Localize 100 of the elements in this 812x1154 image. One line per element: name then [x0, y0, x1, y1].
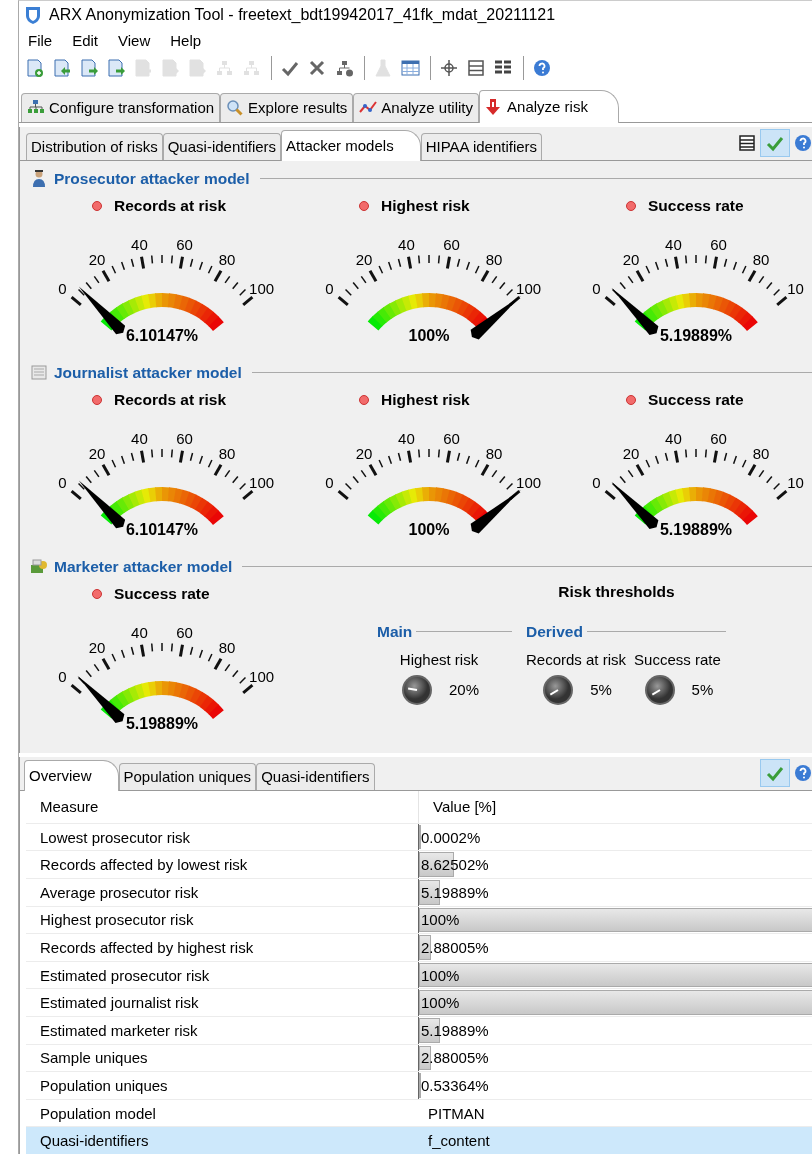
table-cell-text: Sample uniques — [39, 1048, 149, 1069]
document-icon[interactable] — [79, 57, 101, 78]
table-row[interactable]: Sample uniques 2.88005% — [26, 1044, 812, 1073]
person-icon — [30, 168, 48, 189]
tick-label: 0 — [325, 474, 334, 492]
table-row[interactable]: Records affected by lowest risk 8.62502% — [26, 851, 812, 880]
document-icon[interactable] — [106, 57, 128, 78]
section-title: Marketer attacker model — [54, 557, 233, 576]
table-cell-text: Records affected by highest risk — [39, 938, 255, 959]
check-button[interactable] — [760, 758, 790, 787]
tick-label: 40 — [665, 429, 682, 447]
gauge-value: 100% — [408, 326, 450, 344]
table-cell-text: Population uniques — [39, 1076, 169, 1096]
help-icon[interactable] — [793, 132, 812, 153]
gauge-needle — [611, 481, 659, 529]
newspaper-icon — [30, 362, 48, 383]
table-row[interactable]: Highest prosecutor risk 100% — [26, 906, 812, 935]
tab[interactable]: HIPAA identifiers — [420, 132, 543, 160]
tick-label: 80 — [218, 251, 236, 269]
gauge-value: 5.19889% — [125, 714, 199, 732]
table-row[interactable]: Quasi-identifiers f_content — [26, 1127, 812, 1154]
tick-label: 100 — [516, 474, 542, 492]
table-row[interactable]: Population uniques 0.53364% — [26, 1072, 812, 1100]
table-row[interactable]: Estimated marketer risk 5.19889% — [26, 1017, 812, 1045]
tick-label: 10 — [787, 280, 804, 298]
tick-label: 10 — [787, 474, 804, 492]
table-cell-text: Estimated journalist risk — [39, 993, 200, 1014]
gauge-value: 6.10147% — [125, 520, 199, 538]
gauge-needle — [611, 287, 659, 335]
column-header[interactable]: Measure — [26, 790, 418, 823]
thresholds-title: Risk thresholds — [558, 582, 675, 601]
tick-label: 0 — [58, 668, 67, 686]
table-cell-text: Estimated marketer risk — [39, 1020, 199, 1041]
table-icon[interactable] — [737, 132, 757, 153]
check-button[interactable] — [760, 128, 790, 157]
menu-item[interactable]: File — [28, 31, 53, 49]
table-cell-text: 8.62502% — [420, 856, 489, 874]
table-cell-text: f_content — [427, 1132, 490, 1150]
gauge-label: Highest risk — [381, 390, 470, 409]
indicator-icon — [359, 200, 369, 211]
tab[interactable]: Explore results — [220, 92, 354, 122]
tab[interactable]: Analyze risk — [479, 89, 619, 123]
table-row[interactable]: Average prosecutor risk 5.19889% — [26, 879, 812, 907]
tick-label: 60 — [176, 429, 193, 447]
tick-label: 20 — [88, 251, 106, 269]
gauge-label: Success rate — [648, 196, 744, 215]
tick-label: 100 — [249, 668, 275, 686]
tick-label: 20 — [88, 639, 106, 657]
app-icon — [23, 4, 43, 25]
gauge-value: 6.10147% — [125, 326, 199, 344]
tab[interactable]: Quasi-identifiers — [256, 762, 375, 790]
table-row[interactable]: Lowest prosecutor risk 0.0002% — [26, 823, 812, 852]
gauge-needle — [78, 286, 126, 335]
table-row[interactable]: Estimated prosecutor risk 100% — [26, 961, 812, 990]
tick-label: 80 — [752, 251, 770, 269]
section-title: Journalist attacker model — [54, 363, 242, 382]
indicator-icon — [359, 394, 369, 405]
tick-label: 0 — [58, 280, 67, 298]
tick-label: 40 — [665, 235, 682, 253]
tab[interactable]: Distribution of risks — [26, 132, 163, 160]
gauge-value: 5.19889% — [659, 326, 733, 344]
tick-label: 100 — [249, 280, 275, 298]
table-row[interactable]: Estimated journalist risk 100% — [26, 989, 812, 1018]
tab[interactable]: Attacker models — [281, 129, 421, 161]
tick-label: 60 — [176, 623, 193, 641]
indicator-icon — [626, 200, 636, 211]
table-cell-text: Records affected by lowest risk — [39, 855, 249, 876]
table-row[interactable]: Records affected by highest risk 2.88005% — [26, 934, 812, 962]
search-icon — [226, 98, 245, 117]
tick-label: 80 — [218, 639, 236, 657]
gauge-label: Records at risk — [114, 390, 226, 409]
knob-label: Records at risk — [526, 650, 627, 668]
tick-label: 60 — [710, 235, 727, 253]
menu-item[interactable]: View — [118, 31, 151, 49]
gauge-value: 100% — [408, 520, 450, 538]
gauge-needle — [470, 489, 521, 534]
menu-item[interactable]: Help — [170, 31, 202, 49]
table-cell-text: 5.19889% — [420, 1021, 489, 1039]
tab[interactable]: Overview — [24, 759, 119, 791]
indicator-icon — [626, 394, 636, 405]
table-cell-text: 2.88005% — [420, 1049, 489, 1067]
help-icon[interactable] — [793, 762, 812, 783]
menu-item[interactable]: Edit — [72, 31, 99, 49]
tab[interactable]: Quasi-identifiers — [162, 132, 282, 160]
table-cell-text: 5.19889% — [420, 883, 489, 901]
table-cell-text: Quasi-identifiers — [39, 1131, 150, 1152]
knob-label: Success rate — [634, 650, 721, 668]
table-cell-text: Population model — [39, 1103, 157, 1124]
tab[interactable]: Analyze utility — [353, 92, 480, 122]
tick-label: 20 — [622, 251, 640, 269]
table-cell-text: 100% — [420, 994, 460, 1012]
table-cell-text: 100% — [420, 911, 460, 929]
gauge-needle — [77, 675, 125, 723]
tick-label: 20 — [355, 445, 373, 463]
tab[interactable]: Configure transformation — [21, 92, 221, 122]
column-header[interactable]: Value [%] — [418, 790, 810, 823]
tick-label: 100 — [249, 474, 275, 492]
knob-label: Highest risk — [399, 650, 479, 668]
tab[interactable]: Population uniques — [118, 762, 257, 790]
knob-value: 5% — [590, 681, 612, 699]
